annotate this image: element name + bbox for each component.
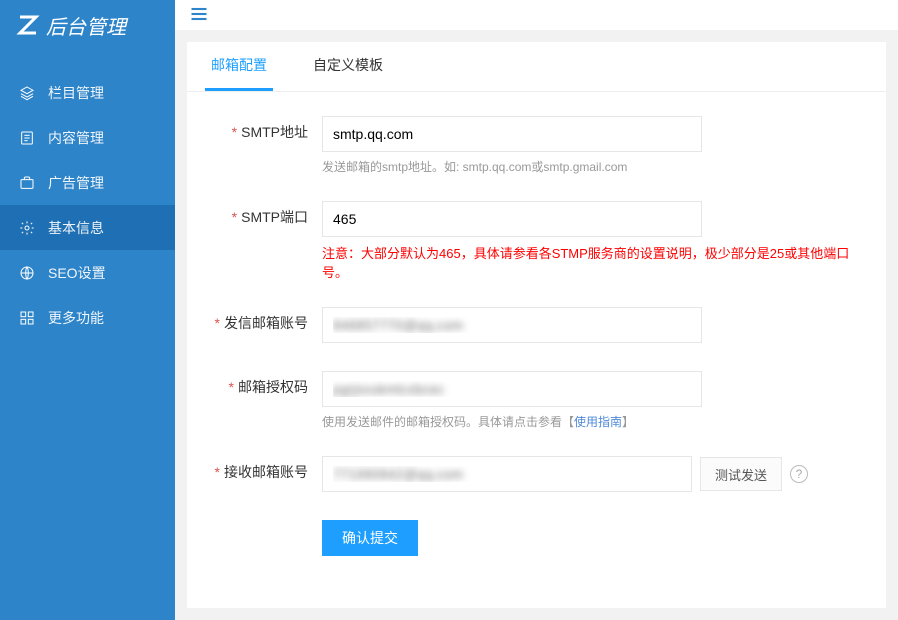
receiver-input[interactable] <box>322 456 692 492</box>
tab-label: 自定义模板 <box>313 55 383 75</box>
sender-label: *发信邮箱账号 <box>207 307 322 333</box>
sidebar-item-more[interactable]: 更多功能 <box>0 295 175 340</box>
sidebar-item-basic-info[interactable]: 基本信息 <box>0 205 175 250</box>
smtp-port-label: *SMTP端口 <box>207 201 322 227</box>
receiver-label: *接收邮箱账号 <box>207 456 322 482</box>
sidebar-menu: 栏目管理 内容管理 广告管理 基本信息 SEO设置 更多功能 <box>0 70 175 340</box>
layers-icon <box>18 84 36 102</box>
sidebar-item-seo[interactable]: SEO设置 <box>0 250 175 295</box>
sidebar-item-label: SEO设置 <box>48 263 106 283</box>
menu-toggle-icon[interactable] <box>189 4 209 27</box>
auth-code-label: *邮箱授权码 <box>207 371 322 397</box>
smtp-addr-help: 发送邮箱的smtp地址。如: smtp.qq.com或smtp.gmail.co… <box>322 158 866 175</box>
tab-label: 邮箱配置 <box>211 55 267 75</box>
smtp-port-input[interactable] <box>322 201 702 237</box>
sidebar-item-label: 更多功能 <box>48 308 104 328</box>
sidebar-item-label: 基本信息 <box>48 218 104 238</box>
help-icon[interactable]: ? <box>790 465 808 483</box>
briefcase-icon <box>18 174 36 192</box>
sidebar-item-label: 广告管理 <box>48 173 104 193</box>
auth-code-help: 使用发送邮件的邮箱授权码。具体请点击参看【使用指南】 <box>322 413 866 430</box>
logo: 后台管理 <box>0 0 175 50</box>
submit-button[interactable]: 确认提交 <box>322 520 418 556</box>
grid-icon <box>18 309 36 327</box>
gear-icon <box>18 219 36 237</box>
tab-email-config[interactable]: 邮箱配置 <box>205 42 273 91</box>
sender-input[interactable] <box>322 307 702 343</box>
globe-icon <box>18 264 36 282</box>
content-panel: 邮箱配置 自定义模板 *SMTP地址 发送邮箱的smtp地址。如: smtp.q… <box>187 42 886 608</box>
tab-custom-template[interactable]: 自定义模板 <box>307 42 389 91</box>
email-config-form: *SMTP地址 发送邮箱的smtp地址。如: smtp.qq.com或smtp.… <box>187 92 886 608</box>
sidebar-item-label: 内容管理 <box>48 128 104 148</box>
test-send-button[interactable]: 测试发送 <box>700 457 782 491</box>
smtp-addr-input[interactable] <box>322 116 702 152</box>
usage-guide-link[interactable]: 使用指南 <box>574 415 622 429</box>
sidebar: 后台管理 栏目管理 内容管理 广告管理 基本信息 SEO设置 <box>0 0 175 620</box>
smtp-addr-label: *SMTP地址 <box>207 116 322 142</box>
sidebar-item-columns[interactable]: 栏目管理 <box>0 70 175 115</box>
topbar <box>175 0 898 30</box>
smtp-port-help: 注意：大部分默认为465，具体请参看各STMP服务商的设置说明，极少部分是25或… <box>322 243 866 281</box>
logo-text: 后台管理 <box>46 11 126 40</box>
sidebar-item-label: 栏目管理 <box>48 83 104 103</box>
document-icon <box>18 129 36 147</box>
sidebar-item-ads[interactable]: 广告管理 <box>0 160 175 205</box>
auth-code-input[interactable] <box>322 371 702 407</box>
tabs: 邮箱配置 自定义模板 <box>187 42 886 92</box>
sidebar-item-content[interactable]: 内容管理 <box>0 115 175 160</box>
